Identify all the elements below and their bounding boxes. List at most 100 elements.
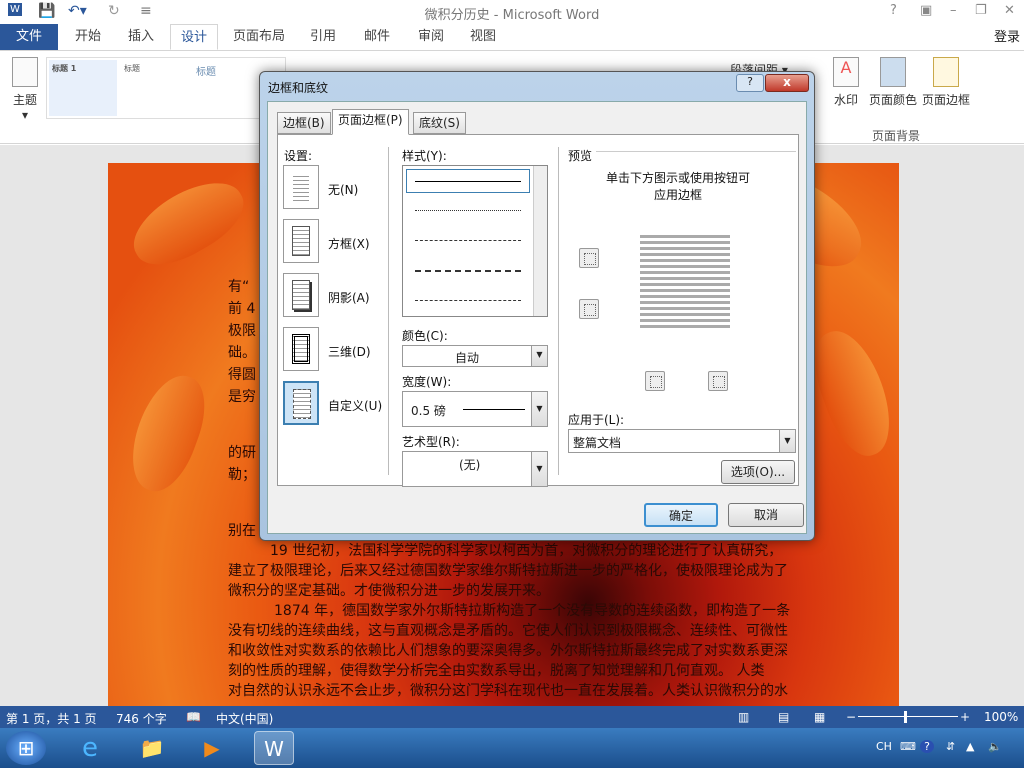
- volume-icon[interactable]: 🔈: [988, 740, 1002, 753]
- setting-none-label[interactable]: 无(N): [328, 181, 358, 198]
- tab-design[interactable]: 设计: [170, 24, 218, 50]
- zoom-out-button[interactable]: −: [846, 710, 856, 724]
- divider: [596, 151, 796, 152]
- tab-file[interactable]: 文件: [0, 24, 58, 50]
- start-button[interactable]: ⊞: [6, 731, 46, 765]
- dialog-help-button[interactable]: ?: [736, 74, 764, 92]
- apply-to-label: 应用于(L):: [568, 413, 625, 427]
- tab-references[interactable]: 引用: [300, 24, 346, 50]
- ok-button[interactable]: 确定: [644, 503, 718, 527]
- chevron-down-icon[interactable]: ▼: [531, 346, 547, 366]
- zoom-slider-thumb[interactable]: [904, 711, 907, 723]
- style-thumb[interactable]: 标题 1: [49, 60, 117, 116]
- cancel-button[interactable]: 取消: [728, 503, 804, 527]
- page-count[interactable]: 第 1 页，共 1 页: [6, 710, 97, 727]
- line-style-option[interactable]: [415, 300, 521, 301]
- word-taskbar-icon[interactable]: W: [254, 731, 294, 765]
- setting-custom-label[interactable]: 自定义(U): [328, 397, 382, 414]
- chevron-down-icon[interactable]: ▼: [531, 452, 547, 486]
- tab-mailings[interactable]: 邮件: [354, 24, 400, 50]
- divider: [388, 147, 389, 475]
- zoom-slider[interactable]: [858, 716, 958, 717]
- login-link[interactable]: 登录: [994, 26, 1020, 45]
- tab-page-border[interactable]: 页面边框(P): [332, 109, 409, 135]
- doc-paragraph-line: 1874 年，德国数学家外尔斯特拉斯构造了一个没有导数的连续函数，即构造了一条: [274, 603, 791, 619]
- keyboard-icon[interactable]: ⌨: [900, 740, 916, 753]
- setting-shadow-label[interactable]: 阴影(A): [328, 289, 370, 306]
- read-mode-icon[interactable]: ▥: [738, 710, 749, 724]
- width-label: 宽度(W):: [402, 375, 452, 389]
- web-layout-icon[interactable]: ▦: [814, 710, 825, 724]
- tab-insert[interactable]: 插入: [118, 24, 164, 50]
- ribbon-display-icon[interactable]: ▣: [920, 3, 932, 18]
- page-color-icon: [880, 57, 906, 87]
- line-style-option[interactable]: [415, 240, 521, 241]
- line-style-option[interactable]: [415, 270, 521, 272]
- settings-label: 设置:: [284, 149, 313, 163]
- tab-borders[interactable]: 边框(B): [277, 112, 331, 134]
- color-select[interactable]: 自动 ▼: [402, 345, 548, 367]
- setting-shadow-button[interactable]: [283, 273, 319, 317]
- top-border-button[interactable]: [579, 248, 599, 268]
- doc-paragraph-line: 刻的性质的理解，使得数学分析完全由实数系导出，脱离了知觉理解和几何直观。 人类: [228, 663, 765, 679]
- title-bar: W 💾 ↶▾ ↻ ≡ 微积分历史 - Microsoft Word ? ▣ – …: [0, 0, 1024, 24]
- zoom-level[interactable]: 100%: [984, 710, 1018, 724]
- line-style-scrollbar[interactable]: [533, 166, 547, 316]
- page-border-label: 页面边框: [921, 93, 970, 107]
- setting-box-button[interactable]: [283, 219, 319, 263]
- theme-button[interactable]: 主题 ▾: [8, 57, 42, 122]
- internet-explorer-icon[interactable]: e: [70, 731, 110, 765]
- zoom-in-button[interactable]: +: [960, 710, 970, 724]
- minimize-button[interactable]: –: [950, 3, 957, 18]
- tab-review[interactable]: 审阅: [408, 24, 454, 50]
- file-explorer-icon[interactable]: 📁: [132, 731, 172, 765]
- tab-shading[interactable]: 底纹(S): [413, 112, 466, 134]
- help-tray-icon[interactable]: ?: [920, 740, 934, 753]
- print-layout-icon[interactable]: ▤: [778, 710, 789, 724]
- setting-3d-button[interactable]: [283, 327, 319, 371]
- setting-custom-button[interactable]: [283, 381, 319, 425]
- watermark-button[interactable]: A 水印: [830, 57, 862, 108]
- line-style-option-selected[interactable]: [406, 169, 530, 193]
- show-hidden-icons[interactable]: ▲: [966, 740, 974, 753]
- chevron-down-icon[interactable]: ▼: [531, 392, 547, 426]
- right-border-button[interactable]: [708, 371, 728, 391]
- bottom-border-button[interactable]: [579, 299, 599, 319]
- tab-home[interactable]: 开始: [64, 24, 112, 50]
- width-select[interactable]: 0.5 磅 ▼: [402, 391, 548, 427]
- left-border-button[interactable]: [645, 371, 665, 391]
- setting-3d-label[interactable]: 三维(D): [328, 343, 371, 360]
- background-petal: [119, 366, 217, 500]
- word-count[interactable]: 746 个字: [116, 710, 167, 727]
- restore-button[interactable]: ❐: [975, 3, 987, 18]
- tab-page-layout[interactable]: 页面布局: [226, 24, 292, 50]
- media-player-icon[interactable]: ▶: [192, 731, 232, 765]
- help-button[interactable]: ?: [890, 3, 897, 18]
- options-button[interactable]: 选项(O)...: [721, 460, 795, 484]
- preview-page[interactable]: [640, 235, 730, 331]
- apply-to-select[interactable]: 整篇文档 ▼: [568, 429, 796, 453]
- setting-box-label[interactable]: 方框(X): [328, 235, 370, 252]
- style-thumb[interactable]: 标题: [121, 60, 189, 116]
- ime-indicator[interactable]: CH: [876, 740, 892, 753]
- language[interactable]: 中文(中国): [216, 710, 273, 727]
- proofing-icon[interactable]: 📖: [186, 710, 201, 724]
- page-border-button[interactable]: 页面边框: [921, 57, 971, 108]
- art-select[interactable]: (无) ▼: [402, 451, 548, 487]
- style-gallery[interactable]: 标题 1 标题 标题: [46, 57, 286, 119]
- page-color-button[interactable]: 页面颜色: [868, 57, 918, 108]
- network-icon[interactable]: ⇵: [946, 740, 955, 753]
- divider: [558, 147, 559, 475]
- tab-view[interactable]: 视图: [460, 24, 506, 50]
- style-thumb-label: 标题 1: [52, 64, 77, 73]
- setting-none-button[interactable]: [283, 165, 319, 209]
- background-petal: [121, 167, 255, 279]
- style-thumb[interactable]: 标题: [193, 60, 261, 116]
- ribbon-tabs: 文件 开始 插入 设计 页面布局 引用 邮件 审阅 视图 登录: [0, 24, 1024, 50]
- close-button[interactable]: ✕: [1004, 3, 1015, 18]
- chevron-down-icon[interactable]: ▼: [779, 430, 795, 452]
- doc-text-fragment: 极限: [228, 323, 256, 339]
- dialog-close-button[interactable]: x: [765, 74, 809, 92]
- line-style-list[interactable]: [402, 165, 548, 317]
- line-style-option[interactable]: [415, 210, 521, 211]
